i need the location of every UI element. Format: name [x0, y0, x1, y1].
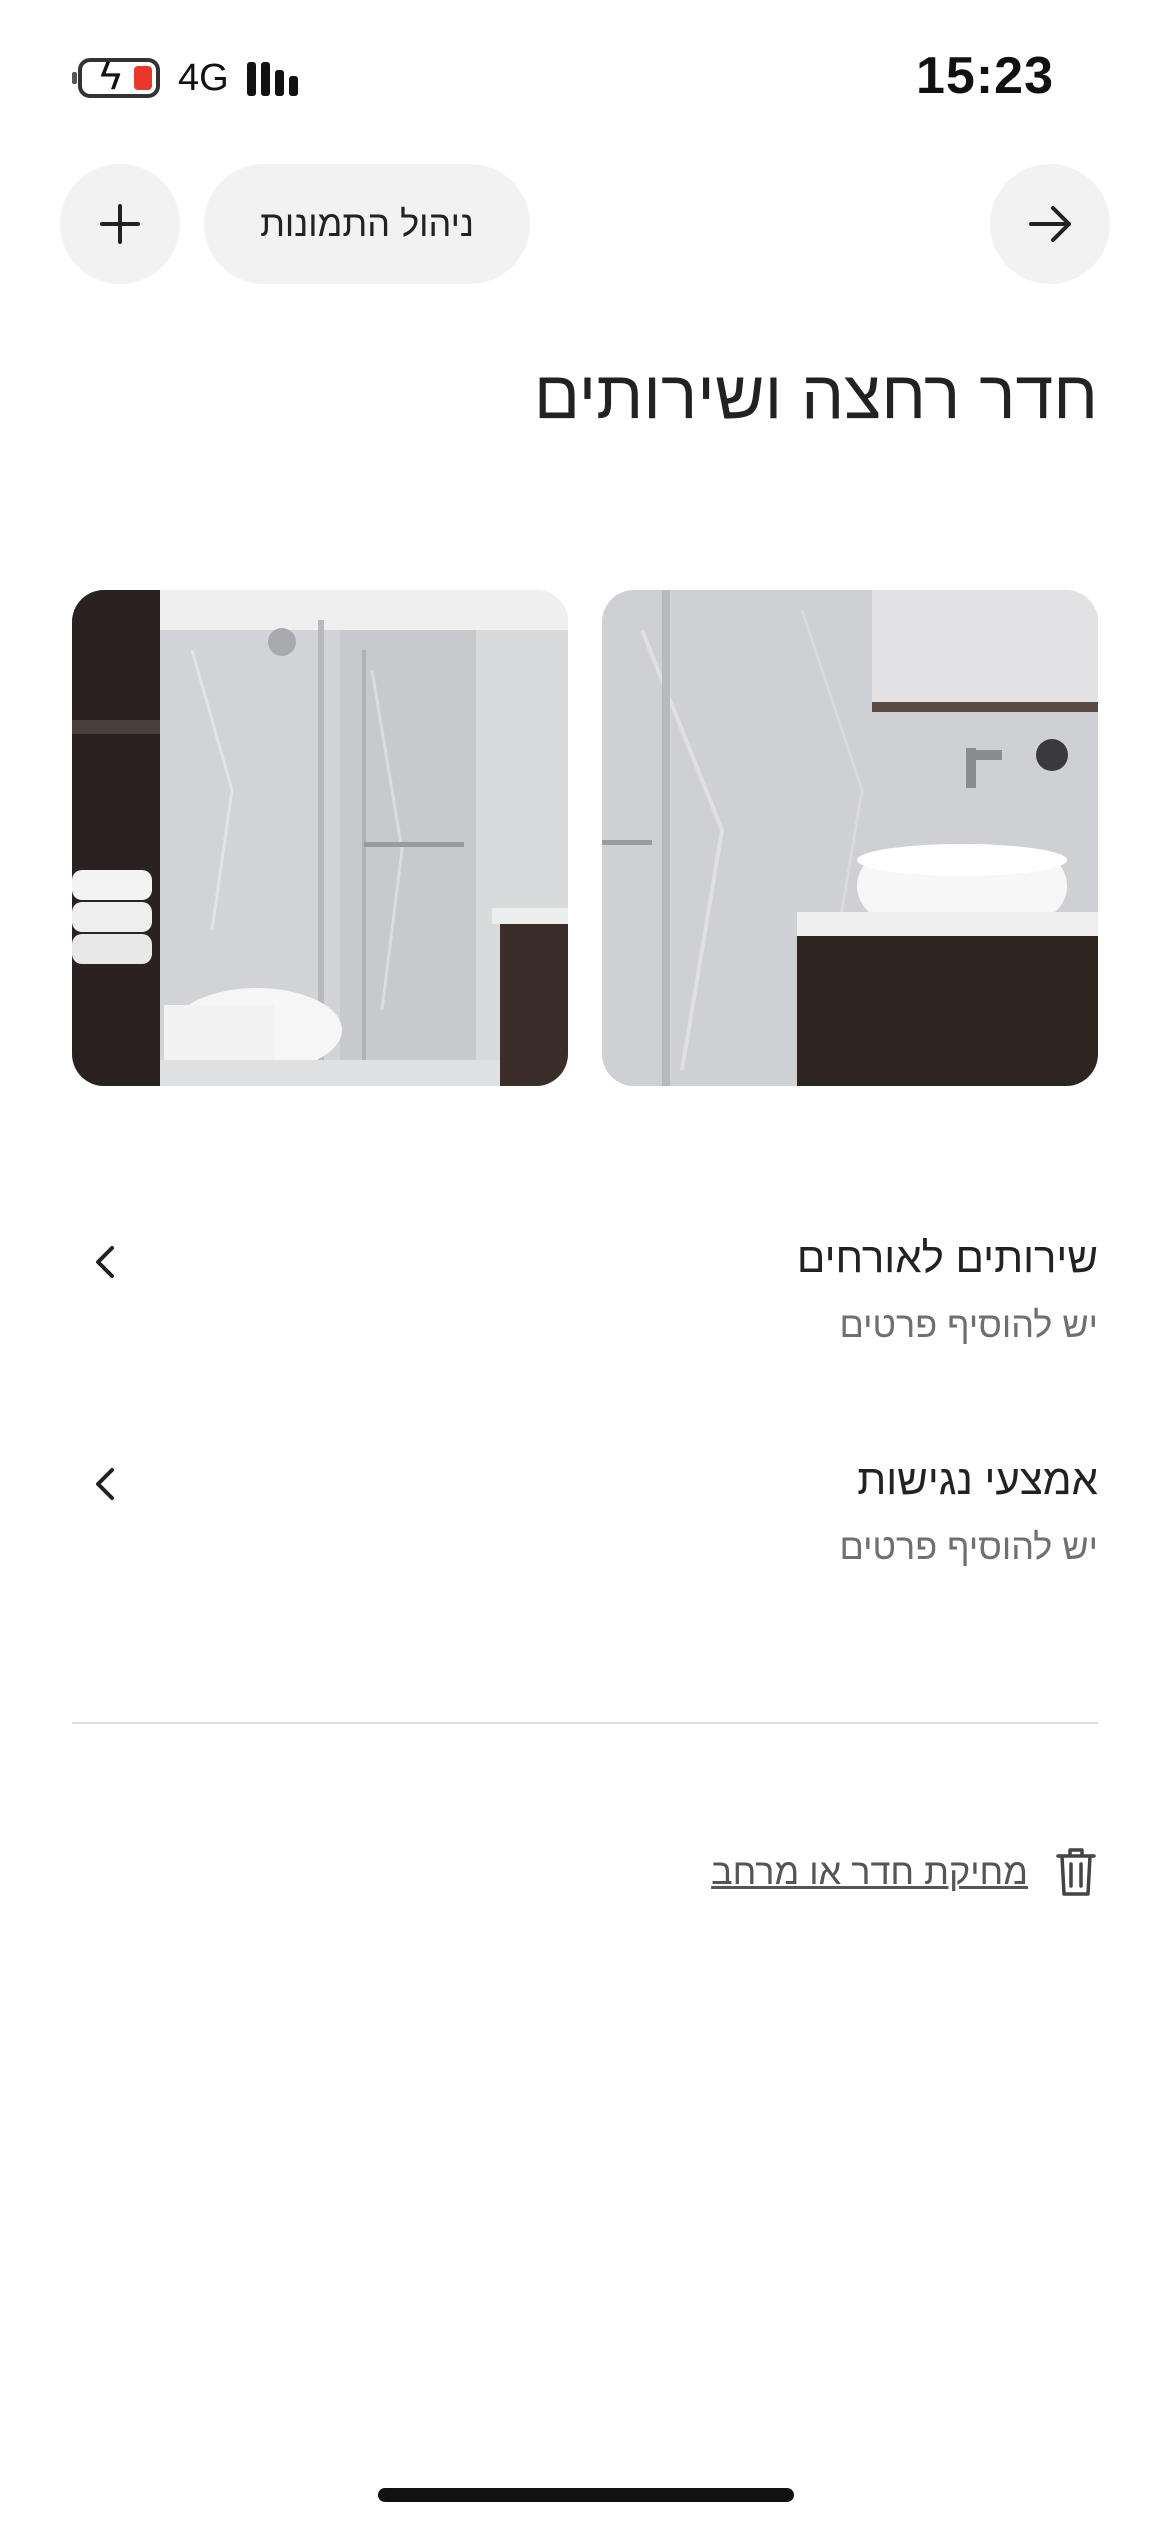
section-title: אמצעי נגישות	[857, 1456, 1098, 1503]
delete-room-label[interactable]: מחיקת חדר או מרחב	[711, 1851, 1028, 1893]
manage-photos-button[interactable]: ניהול התמונות	[204, 164, 530, 284]
arrow-right-icon	[1029, 206, 1071, 242]
plus-icon	[100, 204, 140, 244]
back-button[interactable]	[990, 164, 1110, 284]
chevron-left-icon	[96, 1468, 114, 1500]
status-indicators: ϟ 4G	[72, 56, 298, 100]
divider	[72, 1722, 1098, 1724]
status-time: 15:23	[916, 47, 1054, 105]
chevron-left-icon	[96, 1246, 114, 1278]
network-type: 4G	[178, 56, 229, 99]
screen: ϟ 4G 15:23 ניהול התמונות חדר רחצה ושירות…	[0, 0, 1170, 2532]
section-subtitle: יש להוסיף פרטים	[839, 1526, 1098, 1567]
section-subtitle: יש להוסיף פרטים	[839, 1304, 1098, 1345]
delete-room-button[interactable]: מחיקת חדר או מרחב	[711, 1842, 1098, 1902]
section-title: שירותים לאורחים	[796, 1234, 1098, 1281]
add-photo-button[interactable]	[60, 164, 180, 284]
battery-charging-icon: ϟ	[72, 56, 160, 98]
signal-bars-icon	[246, 60, 298, 96]
bathroom-photo-sink[interactable]	[602, 590, 1098, 1086]
section-guest-toilet[interactable]: שירותים לאורחים יש להוסיף פרטים	[72, 1234, 1098, 1384]
section-accessibility[interactable]: אמצעי נגישות יש להוסיף פרטים	[72, 1456, 1098, 1606]
page-title: חדר רחצה ושירותים	[533, 357, 1098, 433]
bathroom-photo-shower[interactable]	[72, 590, 568, 1086]
home-indicator[interactable]	[378, 2488, 794, 2502]
trash-icon	[1056, 1848, 1096, 1896]
